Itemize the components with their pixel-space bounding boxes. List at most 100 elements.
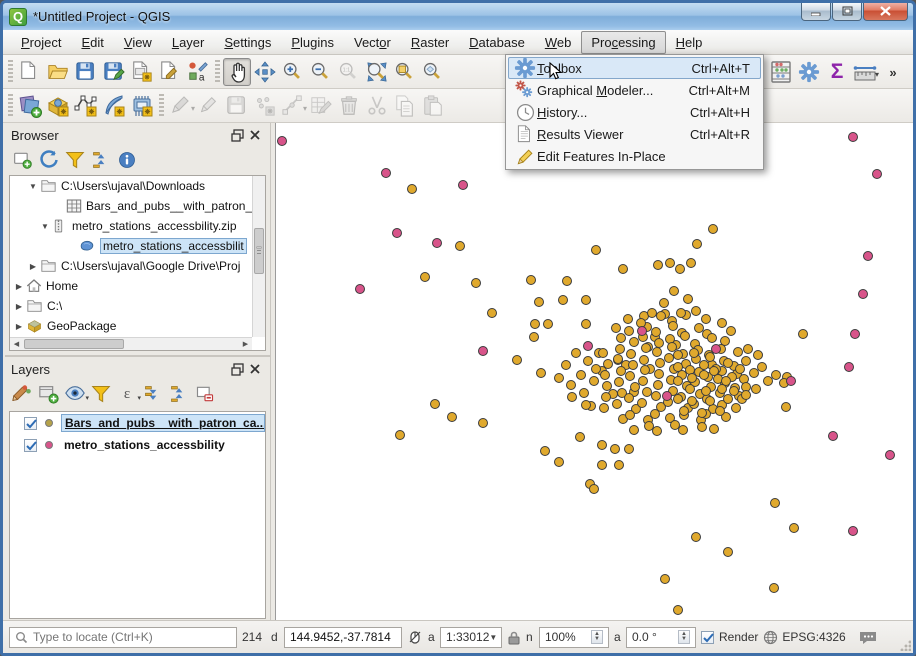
mouse-position-toggle-icon[interactable] [407, 629, 423, 645]
layer-item[interactable]: Bars_and_pubs__with_patron_ca... [10, 412, 265, 434]
maximize-button[interactable] [832, 2, 862, 21]
collapse-all-button[interactable] [167, 382, 191, 406]
float-panel-icon[interactable] [228, 126, 246, 144]
collapse-all-button[interactable] [89, 148, 113, 172]
zoom-to-layer-button[interactable] [419, 58, 447, 86]
new-geopackage-layer-button[interactable] [44, 92, 72, 120]
rotation-spinbox[interactable]: 0.0 ° ▲▼ [626, 627, 696, 648]
menu-vector[interactable]: Vector [344, 31, 401, 54]
layer-visibility-checkbox[interactable] [24, 417, 37, 430]
manage-visibility-button[interactable]: ▾ [63, 382, 87, 406]
browser-horizontal-scrollbar[interactable]: ◀ ▶ [10, 337, 252, 350]
menu-raster[interactable]: Raster [401, 31, 459, 54]
crs-status[interactable]: EPSG:4326 [763, 630, 845, 645]
menu-item-results-viewer[interactable]: Results ViewerCtrl+Alt+R [508, 123, 761, 145]
close-panel-icon[interactable] [246, 360, 264, 378]
menu-processing[interactable]: Processing [581, 31, 665, 54]
menu-item-graphical-modeler[interactable]: Graphical Modeler...Ctrl+Alt+M [508, 79, 761, 101]
expander-closed-icon[interactable]: ▶ [14, 322, 24, 331]
resize-grip[interactable] [899, 639, 911, 651]
messages-bubble-icon[interactable] [859, 630, 877, 645]
pan-to-selection-button[interactable] [251, 58, 279, 86]
zoom-out-button[interactable] [307, 58, 335, 86]
filter-legend-button[interactable] [89, 382, 113, 406]
pan-map-button[interactable] [223, 58, 251, 86]
filter-expression-button[interactable]: ε▾ [115, 382, 139, 406]
expander-open-icon[interactable]: ▼ [40, 222, 50, 231]
new-virtual-layer-button[interactable] [128, 92, 156, 120]
menu-project[interactable]: Project [11, 31, 71, 54]
expand-all-button[interactable] [141, 382, 165, 406]
new-shapefile-layer-button[interactable] [72, 92, 100, 120]
toolbar-grip[interactable] [8, 94, 13, 118]
data-source-manager-button[interactable] [16, 92, 44, 120]
expander-open-icon[interactable]: ▼ [28, 182, 38, 191]
browser-panel-header[interactable]: Browser [5, 123, 270, 147]
delete-selected-button[interactable] [335, 92, 363, 120]
menu-item-history[interactable]: History...Ctrl+Alt+H [508, 101, 761, 123]
save-project-button[interactable] [72, 58, 100, 86]
filter-browser-button[interactable] [63, 148, 87, 172]
paste-features-button[interactable] [419, 92, 447, 120]
toolbar-grip[interactable] [8, 60, 13, 84]
browser-item[interactable]: Bars_and_pubs__with_patron_ [10, 196, 265, 216]
browser-item[interactable]: ▼metro_stations_accessbility.zip [10, 216, 265, 236]
refresh-button[interactable] [37, 148, 61, 172]
zoom-full-button[interactable] [363, 58, 391, 86]
new-spatialite-layer-button[interactable] [100, 92, 128, 120]
lock-scale-icon[interactable] [507, 630, 521, 645]
zoom-to-selection-button[interactable] [391, 58, 419, 86]
layer-styling-button[interactable] [11, 382, 35, 406]
locator-input[interactable] [33, 630, 223, 644]
layer-item[interactable]: metro_stations_accessbility [10, 434, 265, 456]
close-panel-icon[interactable] [246, 126, 264, 144]
vertex-tool-button[interactable]: ▾ [279, 92, 307, 120]
coordinate-box[interactable] [284, 627, 402, 648]
properties-info-button[interactable] [115, 148, 139, 172]
minimize-button[interactable] [801, 2, 831, 21]
expander-closed-icon[interactable]: ▶ [14, 282, 24, 291]
locator-search[interactable] [9, 627, 237, 648]
copy-features-button[interactable] [391, 92, 419, 120]
browser-item[interactable]: metro_stations_accessbilit [10, 236, 265, 256]
menu-layer[interactable]: Layer [162, 31, 215, 54]
statistical-summary-button[interactable]: Σ [823, 58, 851, 86]
render-checkbox[interactable] [701, 631, 714, 644]
menu-edit[interactable]: Edit [71, 31, 113, 54]
scale-combobox[interactable]: 1:33012 ▼ [440, 627, 502, 648]
modify-attributes-button[interactable] [307, 92, 335, 120]
browser-item[interactable]: ▶C:\ [10, 296, 265, 316]
menu-settings[interactable]: Settings [214, 31, 281, 54]
toolbar-overflow-button[interactable]: » [879, 58, 907, 86]
measure-button[interactable]: ▾ [851, 58, 879, 86]
layers-panel-header[interactable]: Layers [5, 357, 270, 381]
menu-item-edit-features-in-place[interactable]: Edit Features In-Place [508, 145, 761, 167]
magnifier-spinbox[interactable]: 100% ▲▼ [539, 627, 609, 648]
layout-manager-button[interactable] [156, 58, 184, 86]
save-project-as-button[interactable] [100, 58, 128, 86]
coordinate-input[interactable] [290, 630, 398, 644]
menu-plugins[interactable]: Plugins [281, 31, 344, 54]
new-print-layout-button[interactable] [128, 58, 156, 86]
scroll-left-icon[interactable]: ◀ [10, 338, 23, 350]
layer-visibility-checkbox[interactable] [24, 439, 37, 452]
add-group-button[interactable] [37, 382, 61, 406]
browser-item[interactable]: ▼C:\Users\ujaval\Downloads [10, 176, 265, 196]
expander-closed-icon[interactable]: ▶ [28, 262, 38, 271]
style-manager-button[interactable]: a [184, 58, 212, 86]
zoom-in-button[interactable] [279, 58, 307, 86]
new-project-button[interactable] [16, 58, 44, 86]
close-button[interactable] [863, 2, 908, 21]
browser-item[interactable]: ▶C:\Users\ujaval\Google Drive\Proj [10, 256, 265, 276]
cut-features-button[interactable] [363, 92, 391, 120]
menu-web[interactable]: Web [535, 31, 582, 54]
current-edits-button[interactable]: ▾ [167, 92, 195, 120]
menu-view[interactable]: View [114, 31, 162, 54]
menu-item-toolbox[interactable]: ToolboxCtrl+Alt+T [508, 57, 761, 79]
render-toggle[interactable]: Render [701, 630, 758, 644]
browser-item[interactable]: ▶Home [10, 276, 265, 296]
open-project-button[interactable] [44, 58, 72, 86]
zoom-native-button[interactable]: 1:1 [335, 58, 363, 86]
browser-item[interactable]: ▶GeoPackage [10, 316, 265, 336]
browser-vertical-scrollbar[interactable] [252, 176, 265, 337]
